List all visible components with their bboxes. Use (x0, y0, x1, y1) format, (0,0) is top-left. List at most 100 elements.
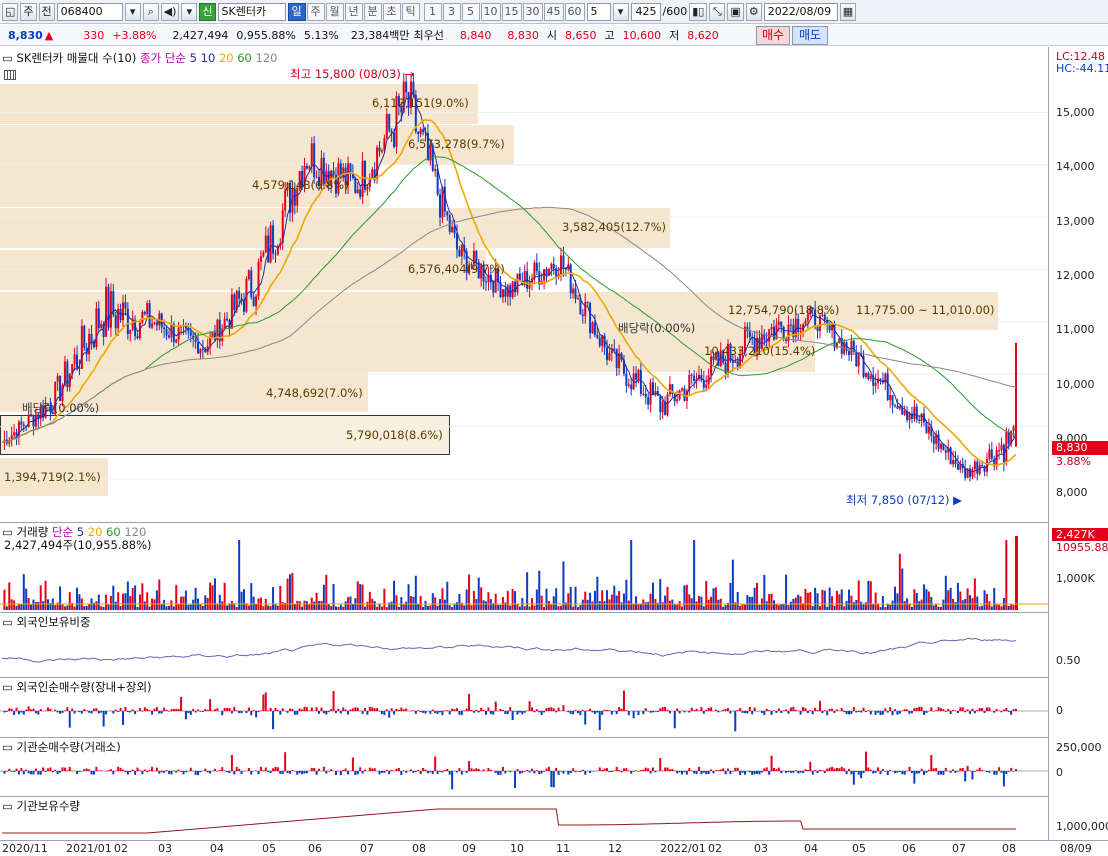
collapse-icon[interactable]: ▭ (2, 680, 13, 694)
inst-net-bar (787, 771, 790, 773)
collapse-icon[interactable]: ▭ (2, 51, 13, 65)
volume-bar (939, 606, 942, 610)
foreign-net-bar (310, 707, 313, 711)
volume-bar (332, 583, 335, 610)
foreign-net-bar (780, 711, 783, 713)
inst-net-bar (862, 771, 865, 774)
foreign-net-bar (952, 709, 955, 711)
inst-net-bar (85, 768, 88, 771)
foreign-net-bar (593, 711, 596, 714)
inst-net-bar (240, 771, 243, 775)
volume-bar (124, 593, 127, 610)
candle-body (194, 339, 197, 343)
foreign-net-bar (818, 700, 821, 711)
inst-net-bar (603, 768, 606, 771)
volume-bar (252, 596, 255, 610)
volume-bar (114, 601, 117, 610)
inst-net-bar (61, 767, 64, 771)
inst-net-bar (644, 767, 647, 771)
foreign-net-bar (494, 701, 497, 711)
volume-bar (209, 582, 212, 610)
inst-net-bar (284, 752, 287, 771)
foreign-net-bar (30, 709, 33, 711)
table-icon[interactable] (4, 70, 16, 80)
volume-bar (889, 604, 892, 610)
inst-net-bar (281, 771, 284, 775)
volume-bar (218, 594, 221, 610)
pane-divider[interactable] (0, 677, 1048, 678)
pane-divider[interactable] (0, 522, 1048, 523)
foreign-net-bar (92, 708, 95, 711)
volume-bar (770, 593, 773, 610)
volume-bar (898, 553, 901, 610)
volume-bar (787, 605, 790, 610)
pane-divider[interactable] (0, 737, 1048, 738)
foreign-net-bar (119, 707, 122, 711)
foreign-net-bar (342, 707, 345, 711)
inst-net-bar (833, 768, 836, 771)
volume-bar (201, 606, 204, 610)
inst-net-bar (821, 770, 824, 771)
volume-bar (112, 585, 115, 610)
foreign-net-bar (884, 708, 887, 711)
volume-bar (3, 589, 6, 610)
foreign-net-bar (969, 711, 972, 714)
inst-net-bar (184, 771, 187, 773)
volume-bar (743, 604, 746, 610)
volume-bar (777, 605, 780, 610)
volume-bar (458, 593, 461, 610)
price-chart[interactable] (0, 0, 1108, 856)
inst-net-bar (792, 771, 795, 773)
foreign-net-bar (49, 708, 52, 711)
collapse-icon[interactable]: ▭ (2, 740, 13, 754)
volume-bar (223, 582, 226, 610)
foreign-net-bar (823, 710, 826, 711)
inst-net-bar (908, 766, 911, 771)
foreign-net-bar (961, 707, 964, 711)
inst-net-bar (727, 768, 730, 771)
volume-bar (146, 592, 149, 610)
volume-bar (419, 595, 422, 610)
foreign-net-bar (468, 694, 471, 711)
volume-bar (920, 599, 923, 610)
foreign-net-bar (729, 711, 732, 714)
candle-body (124, 302, 127, 309)
inst-net-bar (1000, 771, 1003, 773)
volume-bar (337, 606, 340, 610)
volume-bar (702, 606, 705, 610)
foreign-net-bar (385, 709, 388, 711)
candle-body (637, 370, 640, 380)
pane-divider[interactable] (0, 796, 1048, 797)
pane-divider[interactable] (0, 612, 1048, 613)
inst-net-axis-top: 250,000 (1056, 741, 1102, 754)
foreign-net-bar (3, 711, 6, 713)
foreign-net-bar (192, 708, 195, 711)
inst-net-bar (373, 768, 376, 771)
inst-net-bar (896, 771, 899, 773)
inst-net-bar (780, 771, 783, 774)
foreign-net-bar (262, 694, 265, 711)
inst-net-bar (409, 769, 412, 771)
volume-bar (516, 603, 519, 610)
inst-net-bar (395, 768, 398, 771)
collapse-icon[interactable]: ▭ (2, 799, 13, 813)
inst-net-bar (676, 771, 679, 774)
volume-bar (497, 604, 500, 610)
band-label: 6,576,404(9.7%) (408, 262, 505, 276)
foreign-net-bar (598, 711, 601, 731)
foreign-net-bar (373, 708, 376, 711)
volume-bar (969, 595, 972, 610)
volume-bar (775, 603, 778, 610)
collapse-icon[interactable]: ▭ (2, 615, 13, 629)
foreign-net-bar (204, 709, 207, 711)
foreign-net-bar (71, 708, 74, 711)
candle-body (209, 337, 212, 347)
inst-net-bar (136, 767, 139, 771)
inst-holding-line (2, 808, 1016, 834)
foreign-net-bar (223, 707, 226, 711)
volume-bar (937, 606, 940, 610)
volume-bar (528, 606, 531, 610)
hc-label: HC:-44.11 (1056, 62, 1108, 75)
inst-net-bar (610, 771, 613, 773)
inst-net-bar (797, 771, 800, 774)
